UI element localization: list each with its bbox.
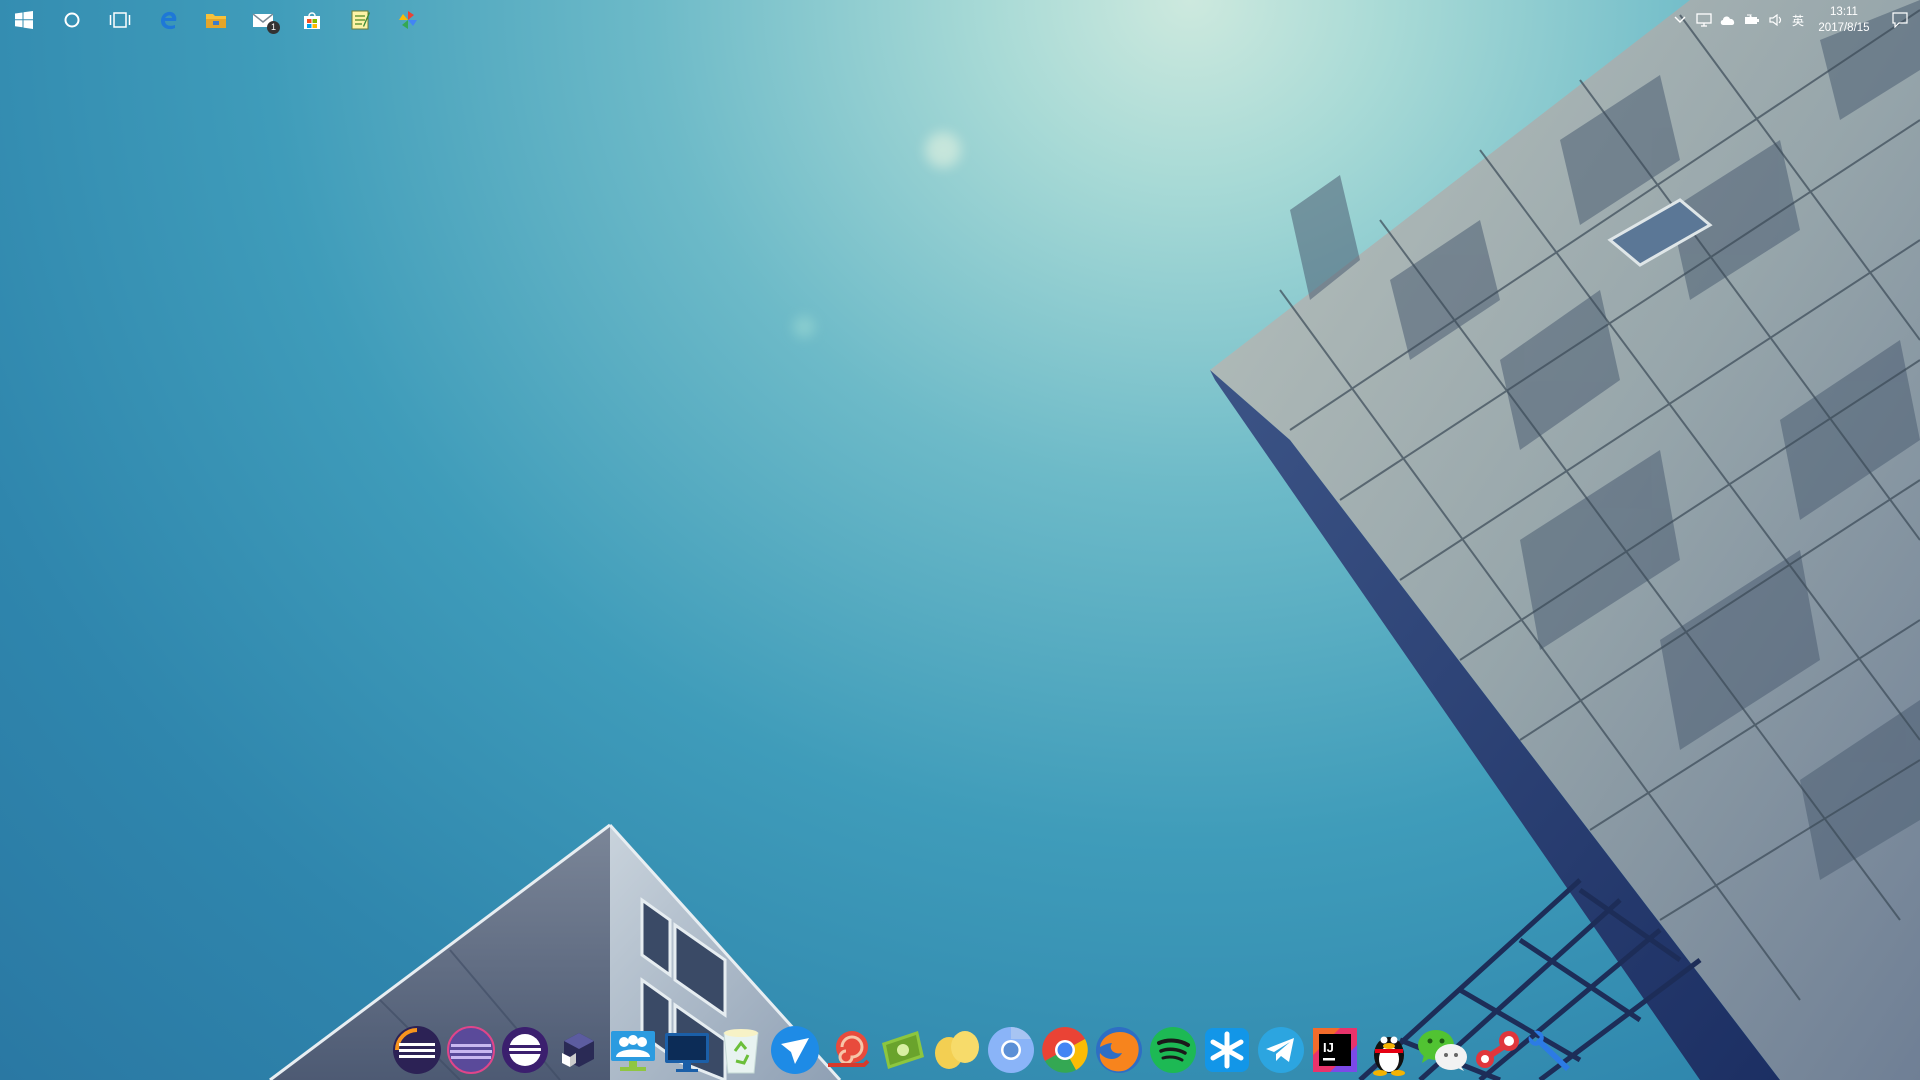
- intellij-idea-icon: IJ: [1313, 1028, 1357, 1072]
- dock-app-recycle-bin[interactable]: [714, 1022, 768, 1078]
- wrench-tool-icon: [1528, 1030, 1570, 1071]
- cortana-button[interactable]: [48, 0, 96, 40]
- edge-button[interactable]: [144, 0, 192, 40]
- app-dock: IJ: [390, 1020, 1590, 1080]
- left-building: [269, 823, 842, 1080]
- eclipse-icon: [393, 1026, 441, 1074]
- task-view-icon: [109, 12, 131, 28]
- chevron-up-icon: [1674, 16, 1686, 23]
- qq-penguin-icon: [1373, 1036, 1405, 1076]
- dock-app-spotify[interactable]: [1146, 1022, 1200, 1078]
- volume-tray-button[interactable]: [1764, 0, 1788, 40]
- snowflake-app-icon: [1205, 1028, 1249, 1072]
- system-tray: 英 13:11 2017/8/15: [1668, 0, 1920, 40]
- dock-app-monitor[interactable]: [660, 1022, 714, 1078]
- dock-app-eclipse[interactable]: [390, 1022, 444, 1078]
- contacts-icon: [611, 1031, 655, 1071]
- dock-app-contacts[interactable]: [606, 1022, 660, 1078]
- eclipse-alt-icon: [447, 1026, 495, 1074]
- dock-app-telegram[interactable]: [1254, 1022, 1308, 1078]
- chrome-icon: [1042, 1027, 1088, 1073]
- speaker-icon: [1769, 14, 1782, 26]
- mail-badge: 1: [267, 21, 280, 34]
- cash-icon: [882, 1031, 924, 1069]
- desktop-wallpaper: [0, 0, 1920, 1080]
- taskbar: 1 英 13:11 2017/8/15: [0, 0, 1920, 40]
- clock-time: 13:11: [1830, 6, 1858, 18]
- gallery-button[interactable]: [384, 0, 432, 40]
- dock-app-steam[interactable]: [1470, 1022, 1524, 1078]
- chromium-icon: [988, 1027, 1034, 1073]
- battery-tray-button[interactable]: [1740, 0, 1764, 40]
- store-icon: [304, 12, 320, 29]
- action-center-button[interactable]: [1880, 0, 1920, 40]
- dock-app-wrench[interactable]: [1524, 1022, 1578, 1078]
- task-view-button[interactable]: [96, 0, 144, 40]
- wechat-icon: [1418, 1030, 1467, 1071]
- snail-icon: [828, 1031, 870, 1067]
- notepad-icon: [351, 10, 370, 30]
- cube-box-icon: [562, 1033, 594, 1067]
- dock-app-chrome[interactable]: [1038, 1022, 1092, 1078]
- cloud-icon: [1720, 16, 1735, 25]
- mail-button[interactable]: 1: [240, 0, 288, 40]
- paper-plane-icon: [771, 1026, 819, 1074]
- onedrive-tray-button[interactable]: [1716, 0, 1740, 40]
- show-hidden-icons-button[interactable]: [1668, 0, 1692, 40]
- dock-app-chromium[interactable]: [984, 1022, 1038, 1078]
- dock-app-snail[interactable]: [822, 1022, 876, 1078]
- dock-app-yellow-eggs[interactable]: [930, 1022, 984, 1078]
- spotify-icon: [1150, 1027, 1196, 1073]
- notepad-button[interactable]: [336, 0, 384, 40]
- notification-icon: [1892, 12, 1908, 28]
- steam-icon: [1476, 1031, 1519, 1068]
- recycle-bin-icon: [723, 1029, 759, 1074]
- firefox-icon: [1096, 1027, 1142, 1073]
- folder-icon: [206, 14, 226, 28]
- dock-app-qq[interactable]: [1362, 1022, 1416, 1078]
- windows-logo-icon: [15, 11, 33, 29]
- dock-app-eclipse-alt[interactable]: [444, 1022, 498, 1078]
- clock[interactable]: 13:11 2017/8/15: [1808, 4, 1880, 36]
- file-explorer-button[interactable]: [192, 0, 240, 40]
- battery-icon: [1744, 14, 1759, 24]
- dock-app-cash[interactable]: [876, 1022, 930, 1078]
- yellow-eggs-icon: [935, 1031, 979, 1069]
- store-button[interactable]: [288, 0, 336, 40]
- network-tray-button[interactable]: [1692, 0, 1716, 40]
- edge-icon: [161, 11, 177, 30]
- dock-app-snowflake[interactable]: [1200, 1022, 1254, 1078]
- svg-text:IJ: IJ: [1323, 1040, 1334, 1055]
- cortana-circle-icon: [64, 12, 80, 28]
- network-icon: [1696, 13, 1712, 27]
- input-method-indicator[interactable]: 英: [1788, 12, 1808, 29]
- monitor-icon: [665, 1033, 709, 1072]
- dock-app-cube-box[interactable]: [552, 1022, 606, 1078]
- dock-app-paper-plane[interactable]: [768, 1022, 822, 1078]
- pinwheel-icon: [399, 11, 417, 29]
- clock-date: 2017/8/15: [1818, 22, 1870, 34]
- dock-app-wechat[interactable]: [1416, 1022, 1470, 1078]
- dock-app-intellij[interactable]: IJ: [1308, 1022, 1362, 1078]
- dock-app-eclipse-purple[interactable]: [498, 1022, 552, 1078]
- eclipse-purple-icon: [502, 1027, 548, 1073]
- dock-app-firefox[interactable]: [1092, 1022, 1146, 1078]
- telegram-icon: [1258, 1027, 1304, 1073]
- start-button[interactable]: [0, 0, 48, 40]
